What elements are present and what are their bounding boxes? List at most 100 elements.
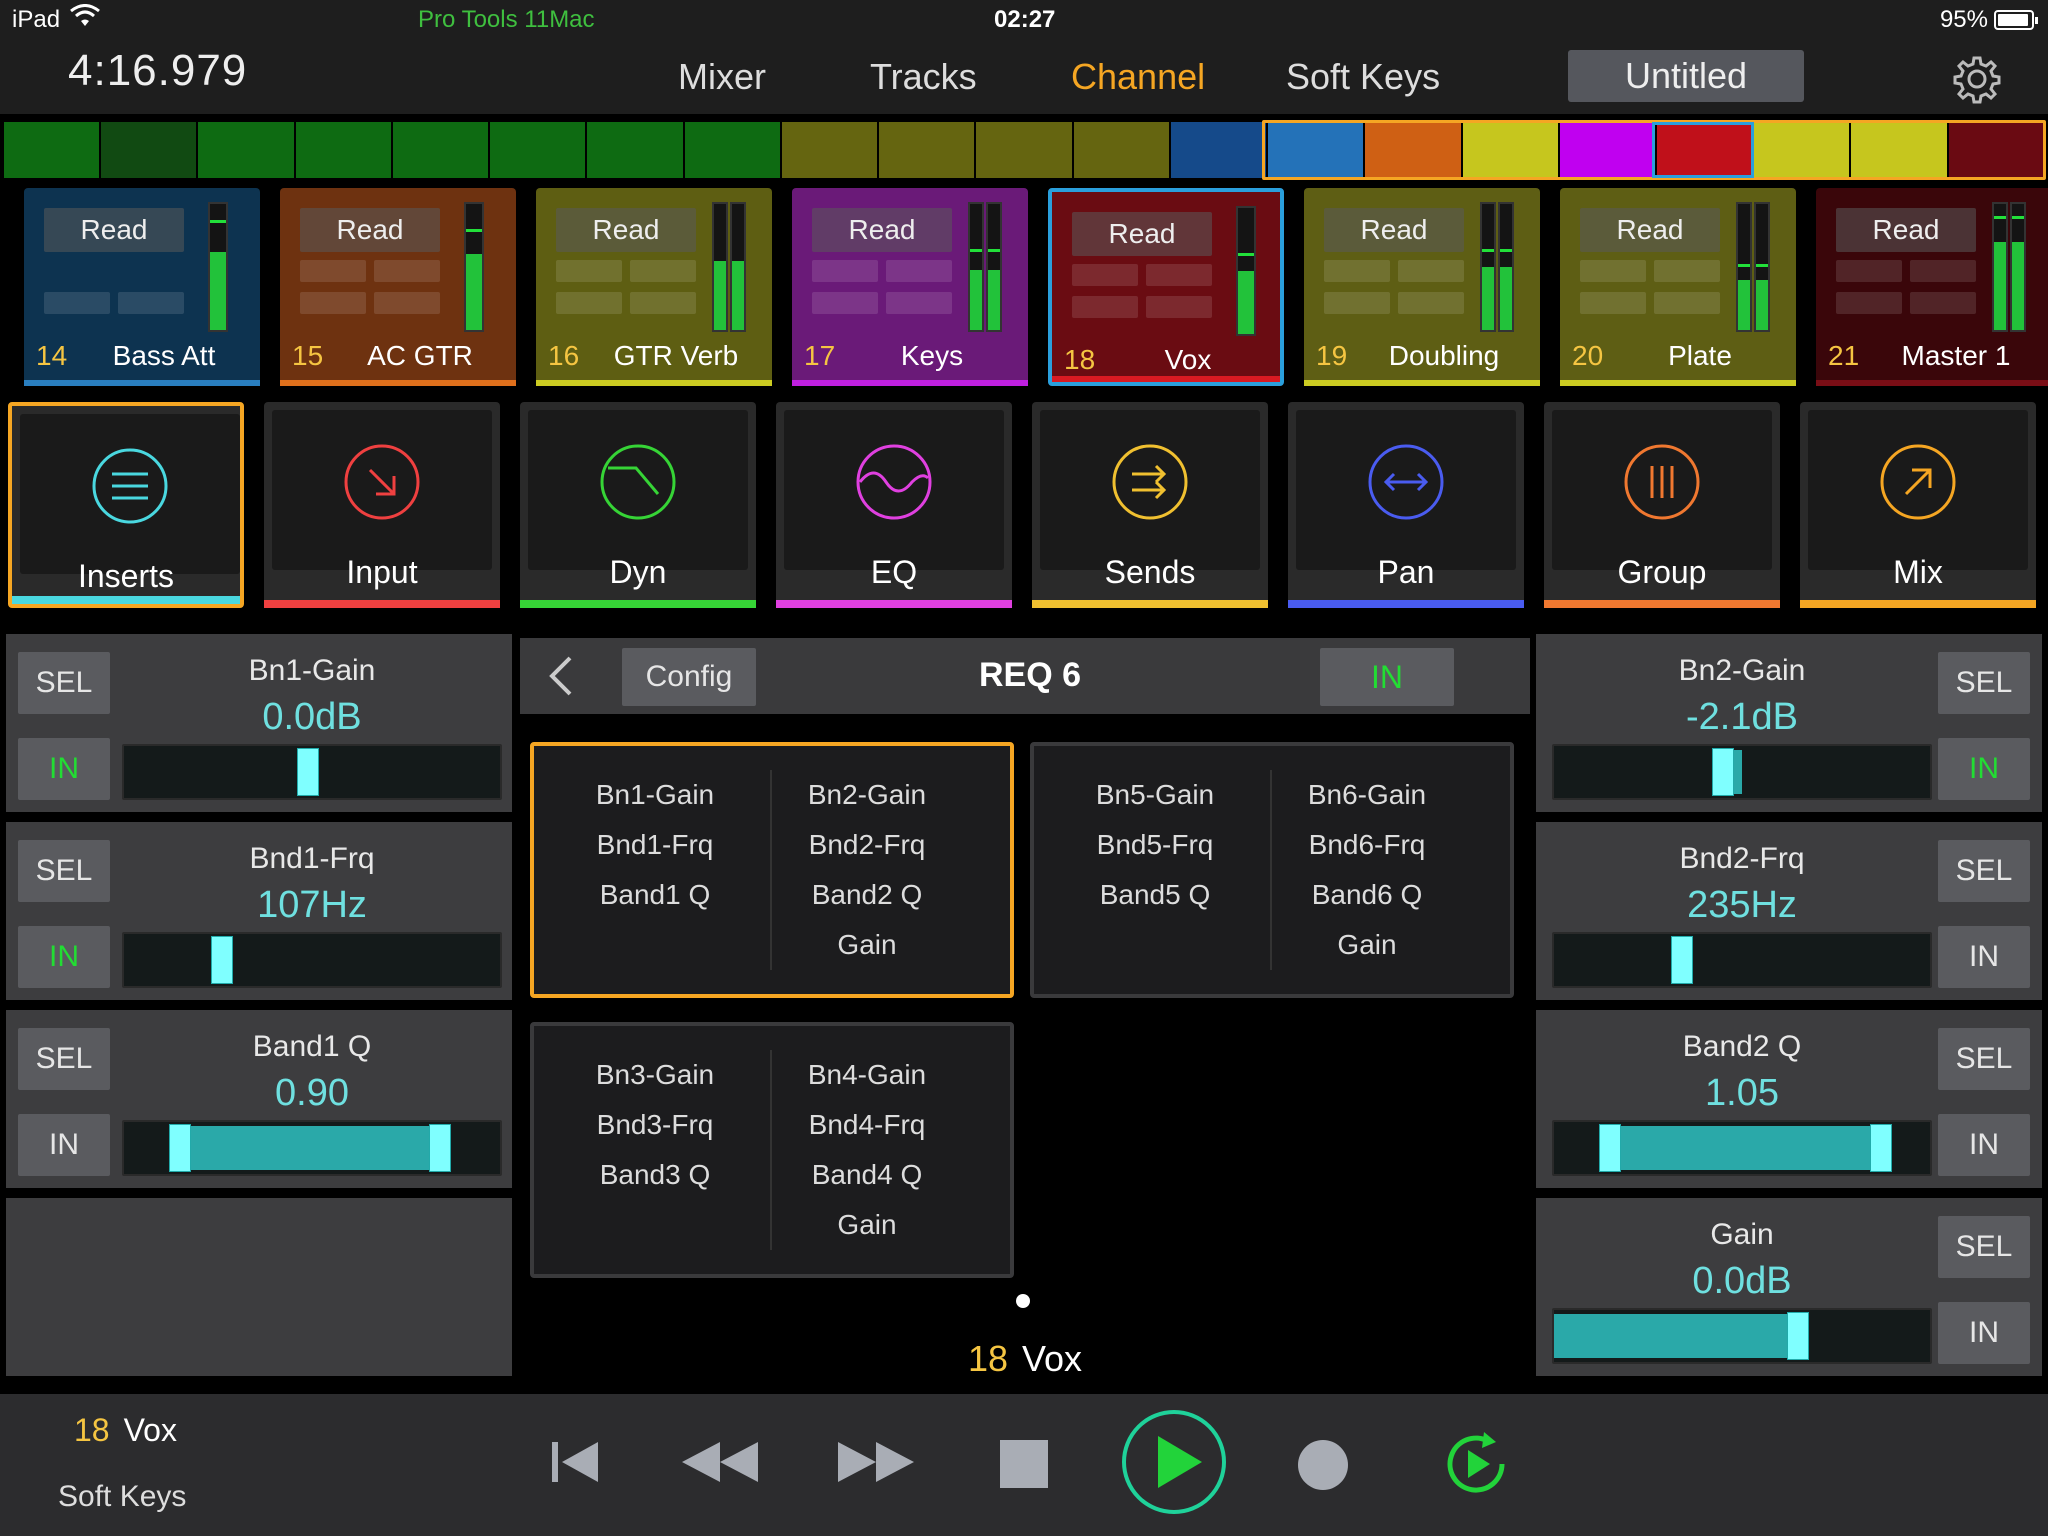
tab-tracks[interactable]: Tracks — [870, 56, 977, 98]
sel-button[interactable]: SEL — [1938, 1216, 2030, 1278]
color-strip-cell[interactable] — [490, 122, 586, 178]
track-strip[interactable]: Read 16 GTR Verb — [536, 188, 772, 386]
slider-thumb[interactable] — [1670, 936, 1693, 984]
session-name-button[interactable]: Untitled — [1568, 50, 1804, 102]
track-strip[interactable]: Read 20 Plate — [1560, 188, 1796, 386]
insert-slot[interactable] — [300, 292, 366, 314]
in-button[interactable]: IN — [1938, 1114, 2030, 1176]
parameter-slider[interactable] — [122, 744, 502, 800]
insert-slot[interactable] — [1654, 260, 1720, 282]
insert-slot[interactable] — [1146, 264, 1212, 286]
gear-icon[interactable] — [1952, 54, 2002, 104]
config-button[interactable]: Config — [622, 648, 756, 706]
color-strip-cell[interactable] — [4, 122, 100, 178]
sel-button[interactable]: SEL — [18, 652, 110, 714]
sel-button[interactable]: SEL — [1938, 1028, 2030, 1090]
in-button[interactable]: IN — [1938, 926, 2030, 988]
insert-slot[interactable] — [812, 260, 878, 282]
color-strip-cell[interactable] — [1754, 122, 1850, 178]
main-counter[interactable]: 4:16.979 — [68, 46, 247, 96]
insert-slot[interactable] — [886, 260, 952, 282]
slider-thumb[interactable] — [169, 1124, 192, 1172]
insert-slot[interactable] — [1072, 264, 1138, 286]
in-button[interactable]: IN — [1938, 1302, 2030, 1364]
parameter-slider[interactable] — [122, 1120, 502, 1176]
color-strip-cell[interactable] — [1268, 122, 1364, 178]
color-strip-cell[interactable] — [101, 122, 197, 178]
rewind-icon[interactable] — [680, 1436, 760, 1493]
insert-slot[interactable] — [1398, 292, 1464, 314]
parameter-slider[interactable] — [122, 932, 502, 988]
track-strip[interactable]: Read 19 Doubling — [1304, 188, 1540, 386]
track-strip[interactable]: Read 15 AC GTR — [280, 188, 516, 386]
automation-mode-button[interactable]: Read — [44, 208, 184, 252]
insert-slot[interactable] — [812, 292, 878, 314]
section-button-sends[interactable]: Sends — [1032, 402, 1268, 608]
insert-slot[interactable] — [1654, 292, 1720, 314]
color-strip-cell[interactable] — [684, 122, 780, 178]
parameter-page-group[interactable]: Bn3-Gain Bnd3-Frq Band3 Q Bn4-Gain Bnd4-Frq B… — [530, 1022, 1014, 1278]
color-strip-cell[interactable] — [976, 122, 1072, 178]
slider-thumb[interactable] — [428, 1124, 451, 1172]
slider-thumb[interactable] — [297, 748, 320, 796]
color-strip-cell[interactable] — [1559, 122, 1655, 178]
insert-slot[interactable] — [1580, 292, 1646, 314]
parameter-slider[interactable] — [1552, 744, 1932, 800]
insert-slot[interactable] — [374, 260, 440, 282]
automation-mode-button[interactable]: Read — [812, 208, 952, 252]
color-strip-cell[interactable] — [1948, 122, 2044, 178]
color-strip-cell[interactable] — [781, 122, 878, 178]
insert-slot[interactable] — [1910, 292, 1976, 314]
fast-forward-icon[interactable] — [836, 1436, 916, 1493]
track-strip[interactable]: Read 18 Vox — [1048, 188, 1284, 386]
color-strip-cell[interactable] — [1851, 122, 1947, 178]
slider-thumb[interactable] — [1712, 748, 1735, 796]
insert-slot[interactable] — [1146, 296, 1212, 318]
tab-mixer[interactable]: Mixer — [678, 56, 766, 98]
sel-button[interactable]: SEL — [1938, 840, 2030, 902]
insert-slot[interactable] — [1072, 296, 1138, 318]
section-button-eq[interactable]: EQ — [776, 402, 1012, 608]
slider-thumb[interactable] — [210, 936, 233, 984]
insert-slot[interactable] — [1836, 292, 1902, 314]
plugin-in-button[interactable]: IN — [1320, 648, 1454, 706]
track-color-strip[interactable] — [4, 122, 2044, 178]
in-button[interactable]: IN — [18, 738, 110, 800]
insert-slot[interactable] — [556, 292, 622, 314]
section-button-input[interactable]: Input — [264, 402, 500, 608]
insert-slot[interactable] — [630, 292, 696, 314]
insert-slot[interactable] — [1398, 260, 1464, 282]
automation-mode-button[interactable]: Read — [1836, 208, 1976, 252]
color-strip-cell[interactable] — [1073, 122, 1169, 178]
section-button-dyn[interactable]: Dyn — [520, 402, 756, 608]
sel-button[interactable]: SEL — [18, 840, 110, 902]
insert-slot[interactable] — [630, 260, 696, 282]
record-icon[interactable] — [1296, 1438, 1350, 1497]
color-strip-cell[interactable] — [198, 122, 294, 178]
color-strip-cell[interactable] — [295, 122, 391, 178]
parameter-page-group[interactable]: Bn1-Gain Bnd1-Frq Band1 Q Bn2-Gain Bnd2-Frq B… — [530, 742, 1014, 998]
return-to-zero-icon[interactable] — [548, 1436, 602, 1493]
color-strip-cell[interactable] — [587, 122, 683, 178]
automation-mode-button[interactable]: Read — [556, 208, 696, 252]
insert-slot[interactable] — [118, 292, 184, 314]
sel-button[interactable]: SEL — [1938, 652, 2030, 714]
insert-slot[interactable] — [1324, 292, 1390, 314]
section-button-inserts[interactable]: Inserts — [8, 402, 244, 608]
stop-icon[interactable] — [998, 1438, 1050, 1495]
color-strip-cell[interactable] — [392, 122, 489, 178]
back-chevron-icon[interactable] — [540, 652, 584, 700]
section-button-pan[interactable]: Pan — [1288, 402, 1524, 608]
slider-thumb[interactable] — [1599, 1124, 1622, 1172]
parameter-page-group[interactable]: Bn5-Gain Bnd5-Frq Band5 Q Bn6-Gain Bnd6-Frq B… — [1030, 742, 1514, 998]
automation-mode-button[interactable]: Read — [300, 208, 440, 252]
in-button[interactable]: IN — [1938, 738, 2030, 800]
insert-slot[interactable] — [556, 260, 622, 282]
slider-thumb[interactable] — [1870, 1124, 1893, 1172]
automation-mode-button[interactable]: Read — [1580, 208, 1720, 252]
color-strip-cell[interactable] — [879, 122, 975, 178]
sel-button[interactable]: SEL — [18, 1028, 110, 1090]
tab-channel[interactable]: Channel — [1071, 56, 1205, 98]
track-strip[interactable]: Read 17 Keys — [792, 188, 1028, 386]
parameter-slider[interactable] — [1552, 932, 1932, 988]
